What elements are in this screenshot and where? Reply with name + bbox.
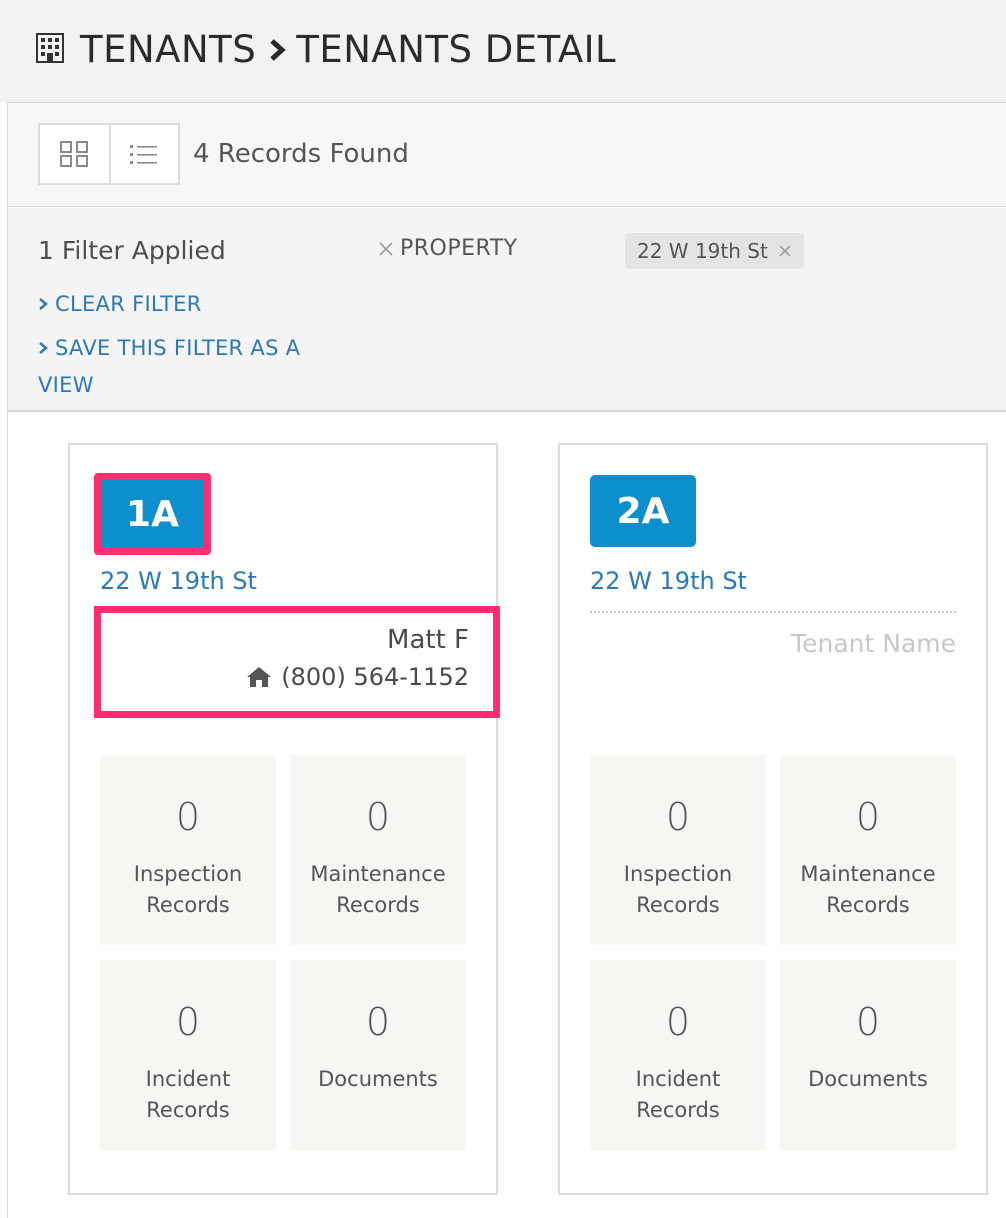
incident-records-stat[interactable]: 0 Incident Records [100,960,276,1150]
breadcrumb-tenants-detail: TENANTS DETAIL [296,28,617,71]
home-icon [247,667,272,687]
list-view-icon [130,145,158,164]
grid-view-button[interactable] [40,125,109,183]
unit-badge[interactable]: 2A [590,475,696,547]
unit-address-link[interactable]: 22 W 19th St [100,567,257,595]
list-view-button[interactable] [108,125,178,183]
chevron-right-icon [270,38,286,61]
tenant-phone-number: (800) 564-1152 [281,663,469,691]
tenant-card[interactable]: 1A 22 W 19th St Matt F (800) 564-1152 0 … [68,443,500,1195]
stat-value: 0 [855,795,881,839]
stat-value: 0 [175,1000,201,1044]
page-header: TENANTS TENANTS DETAIL [0,0,1006,102]
documents-stat[interactable]: 0 Documents [290,960,466,1150]
filter-property: PROPERTY [378,236,518,261]
filter-bar: 1 Filter Applied PROPERTY 22 W 19th St C… [8,208,1006,412]
documents-stat[interactable]: 0 Documents [780,960,956,1150]
breadcrumb: TENANTS TENANTS DETAIL [80,28,616,71]
tenant-info[interactable]: Matt F (800) 564-1152 [94,606,500,718]
save-filter-view-link[interactable]: SAVE THIS FILTER AS A VIEW [38,330,308,404]
view-toggle [38,123,180,185]
tenant-phone: (800) 564-1152 [245,663,469,691]
remove-filter-icon[interactable] [378,241,394,257]
stat-value: 0 [665,795,691,839]
maintenance-records-stat[interactable]: 0 Maintenance Records [780,755,956,945]
filter-chip-label: 22 W 19th St [637,239,768,263]
save-filter-view-label: SAVE THIS FILTER AS A VIEW [38,336,301,397]
stat-label: Incident Records [145,1067,231,1122]
stat-label: Maintenance Records [800,862,936,917]
stat-value: 0 [175,795,201,839]
stat-label: Maintenance Records [310,862,446,917]
unit-badge[interactable]: 1A [94,473,211,555]
stat-label: Documents [808,1067,928,1091]
stat-value: 0 [365,1000,391,1044]
stat-value: 0 [855,1000,881,1044]
filter-chip: 22 W 19th St [625,233,804,269]
unit-address-link[interactable]: 22 W 19th St [590,567,747,595]
grid-view-icon [60,141,89,167]
stat-label: Documents [318,1067,438,1091]
tenant-name: Matt F [387,625,469,655]
filter-applied-label: 1 Filter Applied [38,236,226,265]
records-count: 4 Records Found [193,139,409,169]
breadcrumb-tenants[interactable]: TENANTS [80,28,256,71]
maintenance-records-stat[interactable]: 0 Maintenance Records [290,755,466,945]
stat-label: Inspection Records [623,862,733,917]
chevron-right-icon [39,342,48,354]
tenant-card[interactable]: 2A 22 W 19th St Tenant Name 0 Inspection… [558,443,988,1195]
stat-value: 0 [665,1000,691,1044]
filter-property-label: PROPERTY [400,236,518,261]
inspection-records-stat[interactable]: 0 Inspection Records [100,755,276,945]
incident-records-stat[interactable]: 0 Incident Records [590,960,766,1150]
clear-filter-label: CLEAR FILTER [55,292,202,316]
inspection-records-stat[interactable]: 0 Inspection Records [590,755,766,945]
records-toolbar: 4 Records Found [8,103,1006,207]
divider [590,611,956,613]
clear-filter-link[interactable]: CLEAR FILTER [38,286,202,323]
stat-label: Inspection Records [133,862,243,917]
chevron-right-icon [39,298,48,310]
stat-value: 0 [365,795,391,839]
tenant-name-placeholder[interactable]: Tenant Name [791,629,956,658]
chip-close-icon[interactable] [778,244,792,258]
building-icon [36,33,64,63]
stat-label: Incident Records [635,1067,721,1122]
